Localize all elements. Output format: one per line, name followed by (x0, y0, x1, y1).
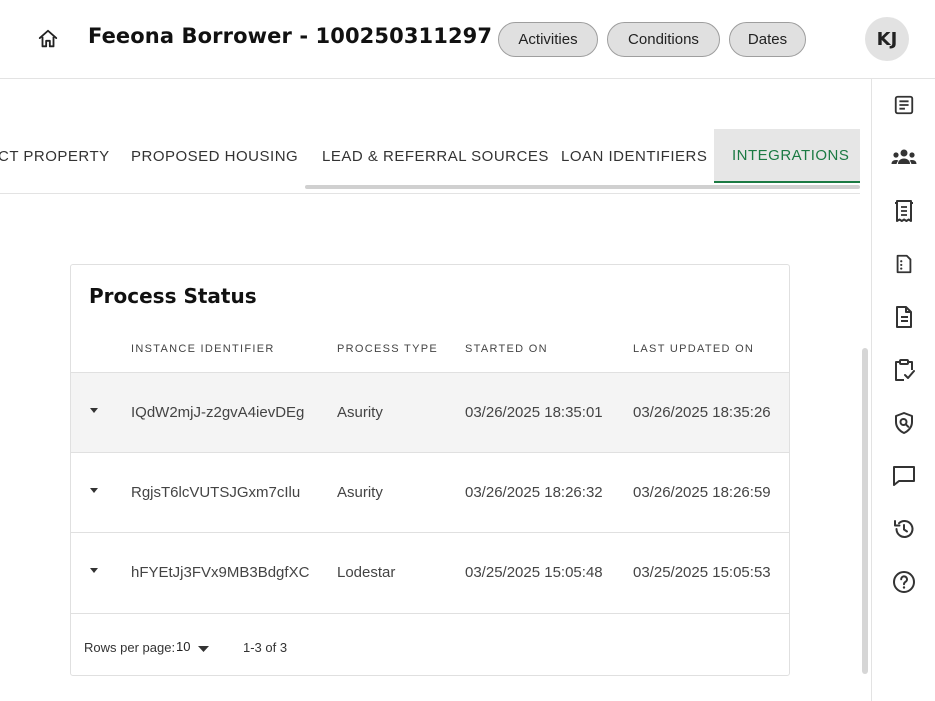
app-header: Feeona Borrower - 100250311297 Activitie… (0, 0, 935, 79)
cell-instance: RgjsT6lcVUTSJGxm7cIlu (131, 484, 301, 501)
column-header-started-on[interactable]: STARTED ON (465, 343, 548, 355)
expand-caret-icon[interactable] (89, 565, 99, 575)
cell-last-updated: 03/25/2025 15:05:53 (633, 564, 771, 581)
table-row[interactable]: hFYEtJj3FVx9MB3BdgfXC Lodestar 03/25/202… (71, 532, 789, 612)
conditions-button[interactable]: Conditions (607, 22, 720, 57)
tab-bar: CT PROPERTY PROPOSED HOUSING LEAD & REFE… (0, 129, 860, 194)
tab-scrollbar[interactable] (305, 185, 860, 189)
document-text-icon[interactable] (891, 304, 917, 330)
clipboard-check-icon[interactable] (891, 357, 917, 383)
cell-last-updated: 03/26/2025 18:26:59 (633, 484, 771, 501)
column-header-process-type[interactable]: PROCESS TYPE (337, 343, 438, 355)
tab-proposed-housing[interactable]: PROPOSED HOUSING (131, 129, 298, 183)
table-row[interactable]: IQdW2mjJ-z2gvA4ievDEg Asurity 03/26/2025… (71, 372, 789, 452)
history-icon[interactable] (891, 516, 917, 542)
cell-started-on: 03/25/2025 15:05:48 (465, 564, 603, 581)
cell-started-on: 03/26/2025 18:35:01 (465, 404, 603, 421)
column-header-last-updated[interactable]: LAST UPDATED ON (633, 343, 754, 355)
column-header-instance[interactable]: INSTANCE IDENTIFIER (131, 343, 275, 355)
expand-caret-icon[interactable] (89, 405, 99, 415)
shield-search-icon[interactable] (891, 410, 917, 436)
table-row[interactable]: RgjsT6lcVUTSJGxm7cIlu Asurity 03/26/2025… (71, 452, 789, 532)
cell-instance: IQdW2mjJ-z2gvA4ievDEg (131, 404, 305, 421)
cell-last-updated: 03/26/2025 18:35:26 (633, 404, 771, 421)
chat-icon[interactable] (891, 463, 917, 489)
people-icon[interactable] (891, 145, 917, 171)
cell-process-type: Lodestar (337, 564, 396, 581)
rows-per-page-select[interactable]: 10 (176, 636, 210, 656)
tab-lead-referral-sources[interactable]: LEAD & REFERRAL SOURCES (322, 129, 549, 183)
cell-instance: hFYEtJj3FVx9MB3BdgfXC (131, 564, 310, 581)
rows-per-page-label: Rows per page: (84, 640, 176, 655)
tab-loan-identifiers[interactable]: LOAN IDENTIFIERS (561, 129, 707, 183)
notes-icon[interactable] (891, 92, 917, 118)
cell-process-type: Asurity (337, 484, 383, 501)
cell-process-type: Asurity (337, 404, 383, 421)
avatar[interactable]: KJ (865, 17, 909, 61)
document-outline-icon[interactable] (891, 251, 917, 277)
help-icon[interactable] (891, 569, 917, 595)
main-scrollbar[interactable] (862, 348, 868, 674)
right-rail (871, 79, 935, 701)
table-pagination: Rows per page: 10 1-3 of 3 (71, 613, 789, 675)
expand-caret-icon[interactable] (89, 485, 99, 495)
page-title: Feeona Borrower - 100250311297 (88, 24, 493, 48)
receipt-icon[interactable] (891, 198, 917, 224)
cell-started-on: 03/26/2025 18:26:32 (465, 484, 603, 501)
activities-button[interactable]: Activities (498, 22, 598, 57)
tab-integrations[interactable]: INTEGRATIONS (714, 129, 860, 183)
pagination-range: 1-3 of 3 (243, 640, 288, 655)
rows-per-page-value: 10 (176, 638, 191, 654)
dates-button[interactable]: Dates (729, 22, 806, 57)
process-status-card: Process Status INSTANCE IDENTIFIER PROCE… (70, 264, 790, 676)
tab-subject-property[interactable]: CT PROPERTY (0, 129, 110, 183)
home-icon[interactable] (36, 27, 60, 51)
dropdown-arrow-icon (198, 637, 210, 656)
card-title: Process Status (89, 284, 257, 308)
